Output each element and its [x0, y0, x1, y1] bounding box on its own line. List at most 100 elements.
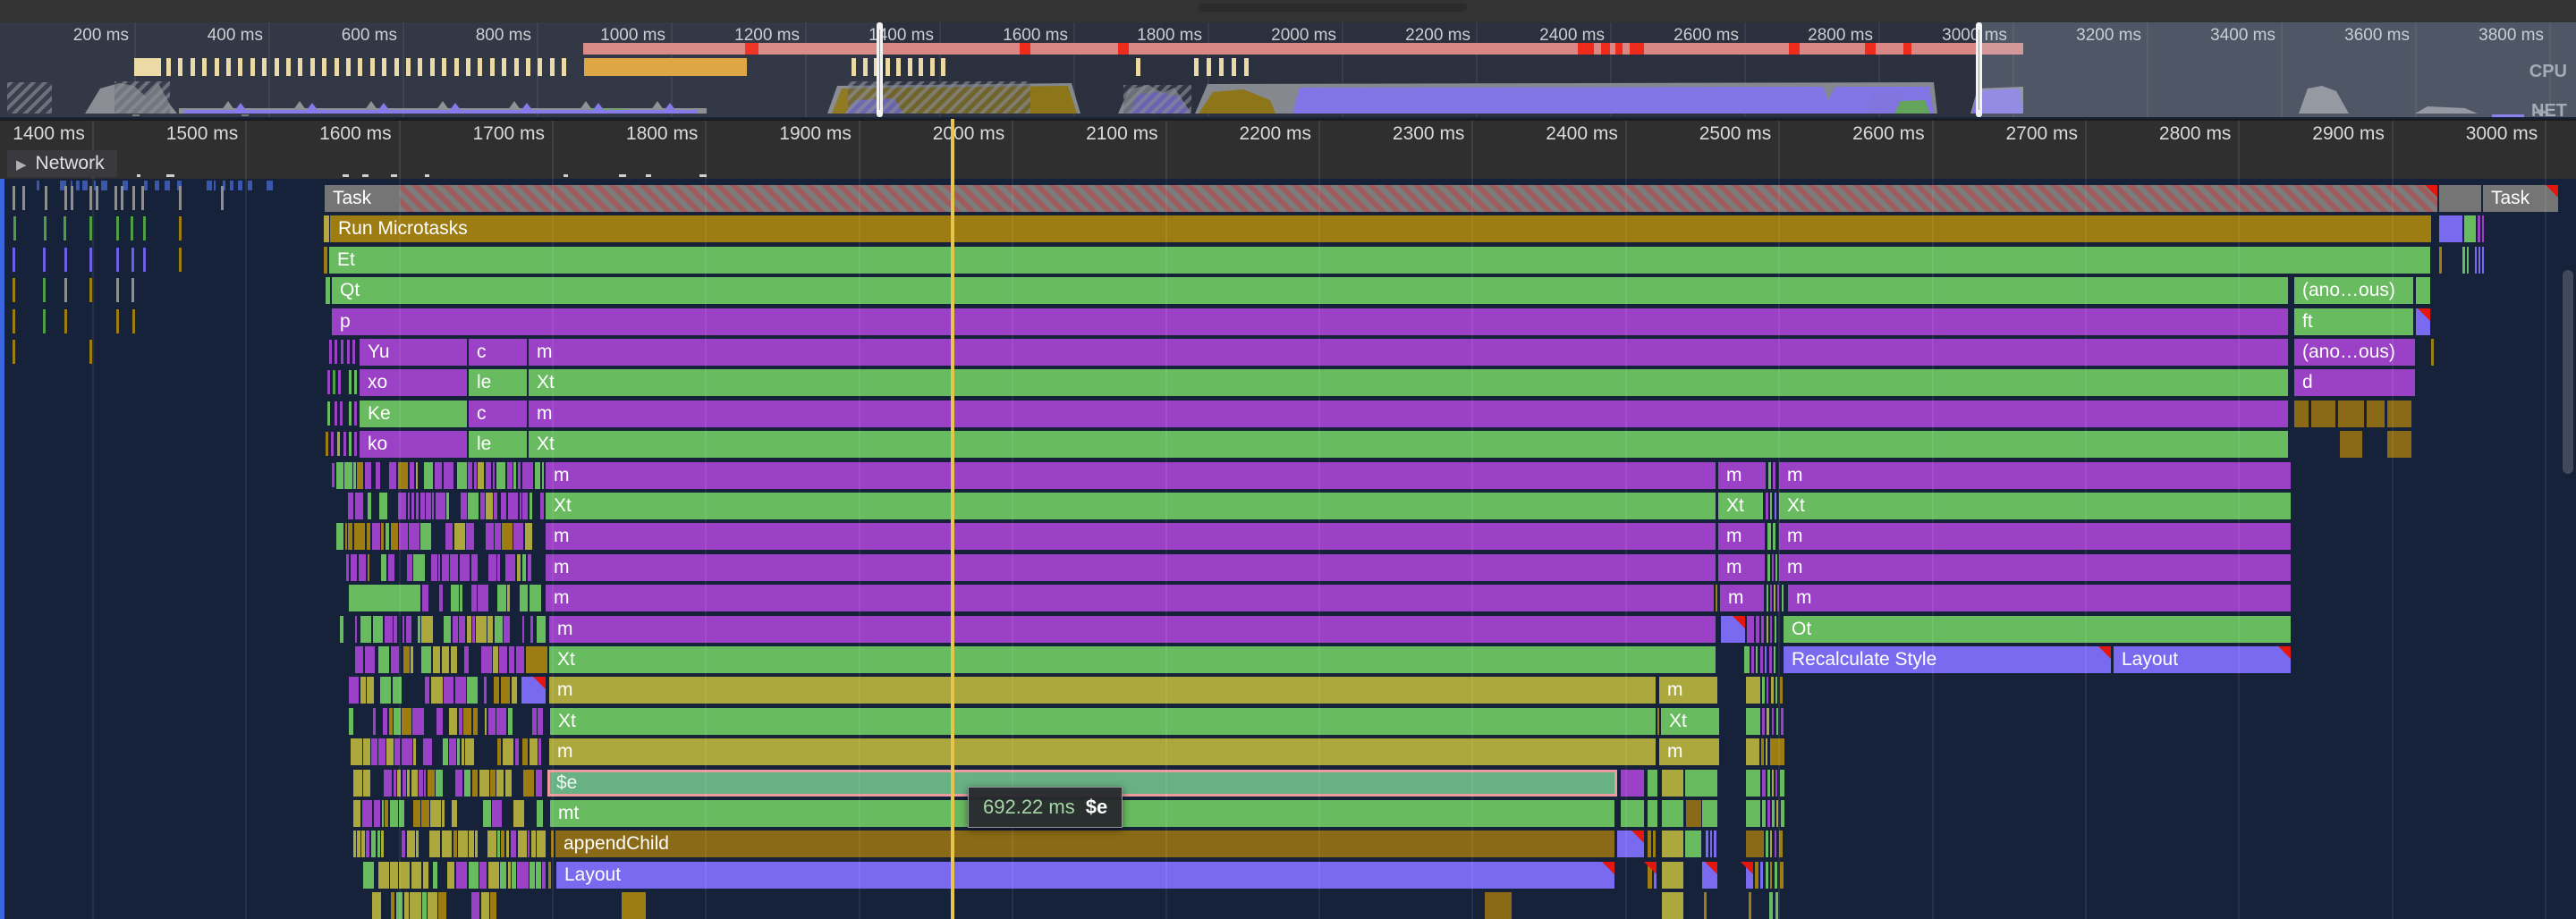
- flame-bar[interactable]: [1685, 770, 1717, 797]
- flame-micro-bar[interactable]: [416, 493, 419, 519]
- flame-micro-bar[interactable]: [522, 462, 533, 489]
- flame-micro-bar[interactable]: [439, 585, 443, 611]
- flame-micro-bar[interactable]: [455, 677, 466, 704]
- flame-micro-bar[interactable]: [487, 830, 496, 857]
- flame-bar[interactable]: [1775, 830, 1776, 857]
- flame-bar-Qt[interactable]: Qt: [332, 277, 2288, 304]
- flame-bar[interactable]: [1756, 616, 1759, 643]
- flame-micro-bar[interactable]: [382, 800, 384, 827]
- flame-bar-Ke[interactable]: Ke: [360, 400, 467, 427]
- flame-micro-bar[interactable]: [423, 862, 428, 889]
- flame-micro-bar[interactable]: [413, 800, 420, 827]
- network-track-header[interactable]: ▶Network: [7, 150, 117, 177]
- flame-micro-bar[interactable]: [522, 738, 528, 765]
- flame-micro-bar[interactable]: [436, 770, 443, 797]
- flame-bar[interactable]: [1780, 862, 1784, 889]
- flame-micro-bar[interactable]: [490, 770, 496, 797]
- flame-micro-bar[interactable]: [478, 585, 487, 611]
- flame-micro-bar[interactable]: [385, 616, 393, 643]
- flame-bar-Yu[interactable]: Yu: [360, 339, 467, 366]
- flame-micro-bar[interactable]: [525, 523, 532, 550]
- flame-bar-m[interactable]: m: [549, 677, 1656, 704]
- flame-bar-Xt[interactable]: Xt: [546, 493, 1716, 519]
- flame-micro-bar[interactable]: [357, 830, 360, 857]
- flame-micro-bar[interactable]: [459, 616, 465, 643]
- flame-bar[interactable]: [2340, 431, 2362, 458]
- flame-micro-bar[interactable]: [466, 523, 474, 550]
- flame-bar[interactable]: [1662, 892, 1683, 919]
- flame-bar[interactable]: [1772, 770, 1774, 797]
- flame-micro-bar[interactable]: [484, 677, 487, 704]
- flame-micro-bar[interactable]: [532, 708, 537, 735]
- flame-micro-bar[interactable]: [344, 462, 352, 489]
- flame-micro-bar[interactable]: [381, 523, 384, 550]
- flame-micro-bar[interactable]: [496, 462, 505, 489]
- flame-micro-bar[interactable]: [362, 800, 372, 827]
- flame-micro-bar[interactable]: [530, 738, 538, 765]
- flame-bar[interactable]: [1747, 616, 1754, 643]
- flame-bar[interactable]: [1662, 770, 1683, 797]
- flame-bar[interactable]: [324, 215, 329, 242]
- flame-bar-m[interactable]: m: [549, 738, 1656, 765]
- flame-bar[interactable]: [1767, 800, 1770, 827]
- flame-micro-bar[interactable]: [479, 862, 487, 889]
- flame-bar[interactable]: [1662, 862, 1683, 889]
- flame-micro-bar[interactable]: [408, 493, 411, 519]
- flame-bar[interactable]: [1770, 738, 1784, 765]
- flame-micro-bar[interactable]: [493, 646, 497, 673]
- flame-bar[interactable]: [1772, 800, 1775, 827]
- flame-bar[interactable]: [326, 277, 330, 304]
- flame-micro-bar[interactable]: [443, 738, 448, 765]
- flame-micro-bar[interactable]: [391, 892, 395, 919]
- flame-micro-bar[interactable]: [381, 554, 387, 581]
- flame-bar[interactable]: [1751, 646, 1754, 673]
- flame-bar[interactable]: [1774, 646, 1775, 673]
- flame-micro-bar[interactable]: [336, 462, 343, 489]
- flame-micro-bar[interactable]: [506, 830, 509, 857]
- flame-micro-bar[interactable]: [501, 493, 506, 519]
- flame-micro-bar[interactable]: [425, 677, 429, 704]
- flame-micro-bar[interactable]: [371, 738, 377, 765]
- flame-bar[interactable]: [2431, 339, 2434, 366]
- flame-micro-bar[interactable]: [363, 862, 374, 889]
- flame-micro-bar[interactable]: [542, 862, 546, 889]
- flame-micro-bar[interactable]: [446, 493, 449, 519]
- flame-bar[interactable]: [1775, 554, 1777, 581]
- flame-micro-bar[interactable]: [537, 830, 546, 857]
- flame-bar[interactable]: [2416, 308, 2430, 335]
- flame-micro-bar[interactable]: [520, 585, 529, 611]
- selection-handle-left[interactable]: [877, 22, 883, 117]
- flame-micro-bar[interactable]: [421, 646, 431, 673]
- flame-micro-bar[interactable]: [449, 738, 455, 765]
- flame-micro-bar[interactable]: [411, 862, 422, 889]
- flame-micro-bar[interactable]: [535, 462, 541, 489]
- flame-bar[interactable]: [1702, 800, 1717, 827]
- flame-bar-ft[interactable]: ft: [2294, 308, 2413, 335]
- flame-bar-Xt[interactable]: Xt: [1661, 708, 1719, 735]
- flame-micro-bar[interactable]: [410, 892, 420, 919]
- flame-micro-bar[interactable]: [451, 585, 459, 611]
- flame-micro-bar[interactable]: [365, 646, 375, 673]
- flame-bar[interactable]: [2439, 215, 2462, 242]
- flame-bar[interactable]: [1648, 830, 1651, 857]
- flame-micro-bar[interactable]: [428, 892, 437, 919]
- flame-micro-bar[interactable]: [471, 585, 477, 611]
- flame-bar-m[interactable]: m: [1718, 462, 1766, 489]
- flame-micro-bar[interactable]: [406, 616, 412, 643]
- flame-micro-bar[interactable]: [363, 770, 370, 797]
- flame-micro-bar[interactable]: [373, 616, 383, 643]
- flame-bar[interactable]: [1769, 646, 1772, 673]
- flame-bar-anoous[interactable]: (ano…ous): [2294, 277, 2413, 304]
- flame-bar[interactable]: [1766, 862, 1768, 889]
- flame-micro-bar[interactable]: [363, 738, 369, 765]
- flame-bar[interactable]: [1765, 646, 1767, 673]
- flame-micro-bar[interactable]: [351, 738, 362, 765]
- flame-micro-bar[interactable]: [472, 770, 479, 797]
- flame-micro-bar[interactable]: [378, 862, 389, 889]
- flame-micro-bar[interactable]: [424, 770, 426, 797]
- flame-bar-RunMicrotasks[interactable]: Run Microtasks: [330, 215, 2431, 242]
- flame-micro-bar[interactable]: [374, 800, 381, 827]
- flame-micro-bar[interactable]: [383, 708, 388, 735]
- flame-micro-bar[interactable]: [349, 677, 359, 704]
- flame-micro-bar[interactable]: [444, 677, 453, 704]
